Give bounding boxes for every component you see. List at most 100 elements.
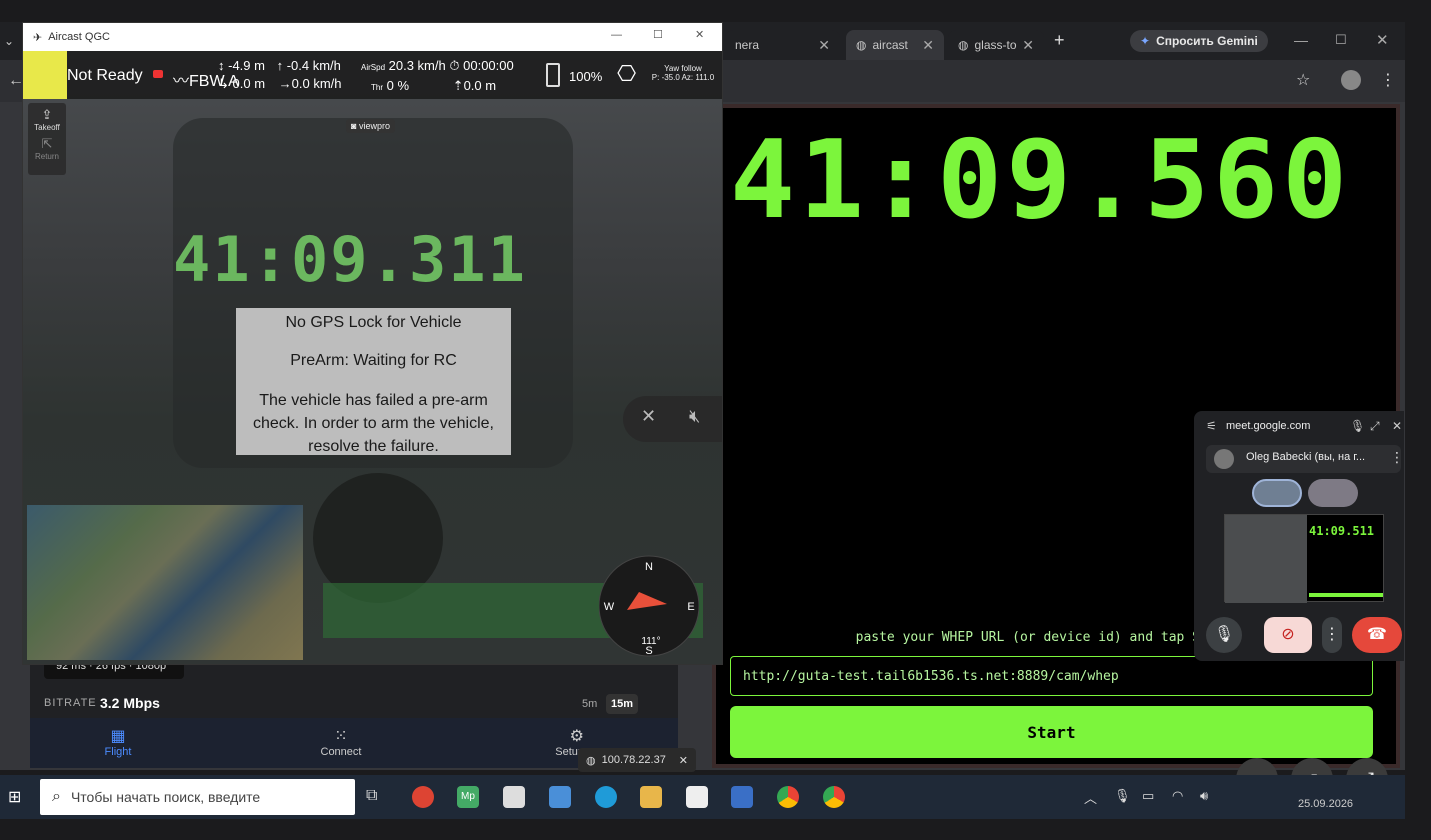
volume-icon[interactable]: 🔊︎ xyxy=(1200,788,1208,804)
unpin-icon[interactable]: ✕ xyxy=(641,406,656,427)
whep-url-input[interactable] xyxy=(730,656,1373,696)
participant-tile[interactable] xyxy=(1308,479,1358,507)
mic-tray-icon[interactable]: 🎙︎ xyxy=(1114,788,1131,804)
wifi-icon[interactable]: ◠ xyxy=(1172,788,1183,804)
outlook-icon[interactable] xyxy=(731,786,753,808)
range-15m[interactable]: 15m xyxy=(606,694,638,714)
screen-share-thumb[interactable]: 41:09.511 xyxy=(1224,514,1384,603)
maximize-icon[interactable]: ☐ xyxy=(653,28,663,41)
close-icon[interactable]: ✕ xyxy=(679,754,688,767)
ready-status[interactable]: Not Ready xyxy=(67,67,143,85)
search-icon: ⌕ xyxy=(52,788,61,805)
tab-camera[interactable]: nera ✕ xyxy=(725,30,840,60)
waypoint-icon: ⇡ xyxy=(452,78,464,93)
return-icon: ⇱ xyxy=(41,136,53,151)
start-button[interactable]: Start xyxy=(730,706,1373,758)
taskbar-date[interactable]: 25.09.2026 xyxy=(1298,798,1353,810)
windows-start-icon[interactable]: ⊞ xyxy=(8,787,21,807)
range-5m[interactable]: 5m xyxy=(582,698,597,710)
chrome-icon-2[interactable] xyxy=(823,786,845,808)
close-icon[interactable]: ✕ xyxy=(922,37,934,54)
star-icon[interactable]: ☆ xyxy=(1296,70,1310,90)
telemetry-block: ↕ -4.9 m ↑ -0.4 km/h ↳ 0.0 m →0.0 km/h xyxy=(218,58,342,91)
app-white-icon[interactable] xyxy=(503,786,525,808)
return-button[interactable]: ⇱ Return xyxy=(28,132,66,161)
app-blue-icon[interactable] xyxy=(549,786,571,808)
compass-e: E xyxy=(687,601,694,613)
avatar[interactable] xyxy=(1341,70,1361,90)
phone-hangup-icon: ☎ xyxy=(1367,626,1387,643)
gear-icon: ⚙ xyxy=(569,728,584,745)
more-icon[interactable]: ⋮ xyxy=(1390,449,1404,466)
qgc-window: ✈ Aircast QGC — ☐ ✕ 41:09.311 Not Ready 〰… xyxy=(22,22,723,665)
video-off-icon: ⊘ xyxy=(1281,626,1295,643)
message-icon[interactable] xyxy=(153,70,163,78)
new-tab-button[interactable]: + xyxy=(1054,30,1065,51)
maximize-icon[interactable]: ☐ xyxy=(1335,32,1347,48)
task-view-icon[interactable]: ⧉ xyxy=(366,787,377,805)
close-icon[interactable]: ✕ xyxy=(818,37,830,54)
tab-glass-to[interactable]: ◍ glass-to ✕ xyxy=(948,30,1044,60)
globe-icon: ◍ xyxy=(958,38,969,52)
nav-flight[interactable]: ▦ Flight xyxy=(78,726,158,758)
tab-aircast[interactable]: ◍ aircast ✕ xyxy=(846,30,944,60)
self-tile[interactable] xyxy=(1252,479,1302,507)
nav-setup[interactable]: ⚙ Setup xyxy=(524,726,584,758)
more-options-button[interactable]: ⋮ xyxy=(1322,617,1342,653)
speed-icon: → xyxy=(278,76,292,91)
camera-icon[interactable]: ⎔ xyxy=(617,61,636,87)
qgc-logo[interactable] xyxy=(23,51,67,99)
globe-icon: ◍ xyxy=(586,754,596,767)
wave-icon: 〰 xyxy=(173,73,190,90)
close-window-icon[interactable]: ✕ xyxy=(1376,31,1389,49)
edge-icon[interactable] xyxy=(595,786,617,808)
avatar xyxy=(1214,449,1234,469)
close-icon[interactable]: ✕ xyxy=(1022,37,1034,54)
qgc-titlebar: ✈ Aircast QGC — ☐ ✕ xyxy=(23,23,722,51)
takeoff-button[interactable]: ⇪ Takeoff xyxy=(28,103,66,132)
participant-row[interactable]: Oleg Babecki (вы, на г... ⋮ xyxy=(1206,445,1404,473)
mic-button[interactable]: 🎙︎ xyxy=(1206,617,1242,653)
gimbal-status: Yaw follow P: -35.0 Az: 111.0 xyxy=(651,64,715,82)
mini-map[interactable] xyxy=(27,505,303,660)
camera-tag: ◙ viewpro xyxy=(346,119,395,133)
mic-small-icon[interactable]: 🎙︎ xyxy=(1350,419,1365,433)
participant-name: Oleg Babecki (вы, на г... xyxy=(1246,451,1366,463)
battery-icon[interactable] xyxy=(546,63,560,87)
connect-grid-icon: ⁙ xyxy=(334,728,348,745)
minimize-icon[interactable]: — xyxy=(611,29,622,41)
settings-sliders-icon[interactable]: ⚟ xyxy=(1206,419,1217,433)
compass-n: N xyxy=(645,561,653,573)
app-red-icon[interactable] xyxy=(412,786,434,808)
bitrate-value: 3.2 Mbps xyxy=(100,695,160,711)
gemini-button[interactable]: ✦ Спросить Gemini xyxy=(1130,30,1268,52)
chevron-up-icon[interactable]: ︿ xyxy=(1084,788,1097,807)
mute-icon[interactable]: 🔇︎ xyxy=(689,406,700,427)
menu-dots-icon[interactable]: ⋮ xyxy=(1380,70,1396,90)
mission-planner-icon[interactable]: Mp xyxy=(457,786,479,808)
pip-host: meet.google.com xyxy=(1226,420,1311,432)
app-icon: ✈ xyxy=(33,31,43,44)
compass-heading: 111° xyxy=(641,636,660,647)
mic-icon: 🎙︎ xyxy=(1213,626,1235,643)
battery-tray-icon[interactable]: ▭ xyxy=(1142,788,1154,804)
explorer-icon[interactable] xyxy=(640,786,662,808)
chevron-down-icon[interactable]: ⌄ xyxy=(4,34,14,48)
thumb-clock: 41:09.511 xyxy=(1309,524,1375,538)
back-to-tab-icon[interactable]: ⤢ xyxy=(1370,419,1380,434)
home-dist-icon: ↳ xyxy=(218,76,229,91)
camera-small-icon: ◙ xyxy=(351,121,357,131)
minimize-icon[interactable]: — xyxy=(1294,32,1308,48)
action-panel: ⇪ Takeoff ⇱ Return xyxy=(28,103,66,175)
camera-off-button[interactable]: ⊘ xyxy=(1264,617,1312,653)
nav-connect[interactable]: ⁙ Connect xyxy=(301,726,381,758)
chrome-icon[interactable] xyxy=(777,786,799,808)
compass-rose[interactable]: N S E W 111° xyxy=(599,544,699,659)
taskbar-search[interactable]: ⌕ Чтобы начать поиск, введите xyxy=(40,779,355,815)
end-call-button[interactable]: ☎ xyxy=(1352,617,1402,653)
store-icon[interactable] xyxy=(686,786,708,808)
telemetry-block-2: AirSpd 20.3 km/h ⏱ 00:00:00 Thr 0 % ⇡0.0… xyxy=(361,58,514,93)
close-icon[interactable]: ✕ xyxy=(1392,419,1402,433)
climb-icon: ↑ xyxy=(276,58,284,73)
close-icon[interactable]: ✕ xyxy=(695,28,704,41)
